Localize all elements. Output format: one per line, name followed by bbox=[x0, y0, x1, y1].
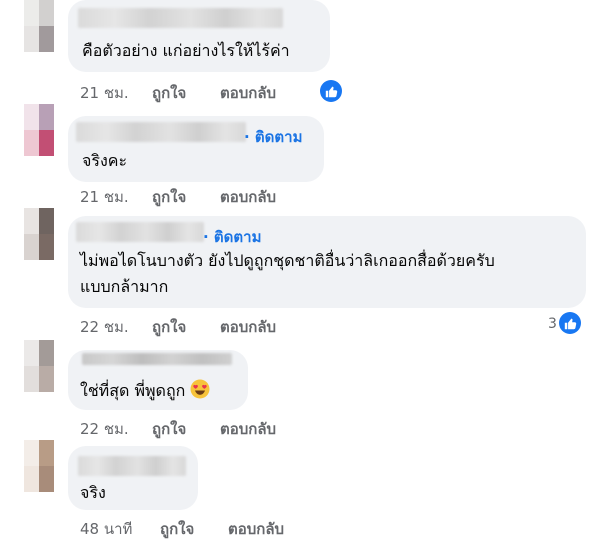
comment-text: ใช่ที่สุด พี่พูดถูก bbox=[80, 378, 210, 404]
author-name-blurred[interactable] bbox=[82, 353, 232, 365]
avatar[interactable] bbox=[24, 340, 54, 392]
avatar[interactable] bbox=[24, 0, 54, 52]
comment-text-line-2: แบบกล้ามาก bbox=[80, 277, 169, 296]
comment-bubble: จริง bbox=[68, 446, 198, 510]
comment-meta: 22 ชม. ถูกใจ ตอบกลับ bbox=[80, 315, 350, 336]
comment-meta: 48 นาที ถูกใจ ตอบกลับ bbox=[80, 517, 360, 538]
comment-bubble: คือตัวอย่าง แก่อย่างไรให้ไร้ค่า bbox=[68, 0, 330, 72]
comment-timestamp[interactable]: 48 นาที bbox=[80, 517, 132, 541]
follow-link[interactable]: · ติดตาม bbox=[244, 125, 302, 149]
comment-text-content: ใช่ที่สุด พี่พูดถูก bbox=[80, 381, 186, 400]
comment-bubble: ใช่ที่สุด พี่พูดถูก bbox=[68, 350, 248, 410]
comment-text: จริง bbox=[80, 483, 106, 502]
avatar[interactable] bbox=[24, 208, 54, 260]
author-name-blurred[interactable] bbox=[76, 122, 246, 142]
comment-text-line-1: ไม่พอไดโนบางตัว ยังไปดูถูกชุดชาติอื่นว่า… bbox=[80, 251, 495, 270]
comment-text: คือตัวอย่าง แก่อย่างไรให้ไร้ค่า bbox=[82, 41, 290, 60]
comment-timestamp[interactable]: 21 ชม. bbox=[80, 81, 129, 105]
like-action[interactable]: ถูกใจ bbox=[152, 315, 186, 339]
comment-text: จริงคะ bbox=[82, 151, 128, 170]
like-action[interactable]: ถูกใจ bbox=[152, 417, 186, 441]
reply-action[interactable]: ตอบกลับ bbox=[220, 185, 276, 209]
author-name-blurred[interactable] bbox=[78, 456, 186, 476]
reply-action[interactable]: ตอบกลับ bbox=[228, 517, 284, 541]
author-name-blurred[interactable] bbox=[78, 8, 283, 28]
like-action[interactable]: ถูกใจ bbox=[160, 517, 194, 541]
like-reaction-icon[interactable] bbox=[320, 80, 342, 102]
reply-action[interactable]: ตอบกลับ bbox=[220, 417, 276, 441]
heart-eyes-emoji-icon bbox=[190, 379, 210, 399]
comment-timestamp[interactable]: 21 ชม. bbox=[80, 185, 129, 209]
comment-timestamp[interactable]: 22 ชม. bbox=[80, 417, 129, 441]
like-reaction-icon[interactable] bbox=[559, 312, 581, 334]
reply-action[interactable]: ตอบกลับ bbox=[220, 315, 276, 339]
author-name-blurred[interactable] bbox=[76, 222, 204, 242]
comment-bubble: · ติดตาม ไม่พอไดโนบางตัว ยังไปดูถูกชุดชา… bbox=[68, 216, 586, 308]
comment-bubble: · ติดตาม จริงคะ bbox=[68, 116, 324, 182]
like-action[interactable]: ถูกใจ bbox=[152, 81, 186, 105]
follow-link[interactable]: · ติดตาม bbox=[203, 225, 261, 249]
comment-meta: 21 ชม. ถูกใจ ตอบกลับ bbox=[80, 185, 350, 206]
comment-meta: 21 ชม. ถูกใจ ตอบกลับ bbox=[80, 81, 350, 102]
like-action[interactable]: ถูกใจ bbox=[152, 185, 186, 209]
comment-timestamp[interactable]: 22 ชม. bbox=[80, 315, 129, 339]
avatar[interactable] bbox=[24, 104, 54, 156]
comment-meta: 22 ชม. ถูกใจ ตอบกลับ bbox=[80, 417, 350, 438]
reply-action[interactable]: ตอบกลับ bbox=[220, 81, 276, 105]
reaction-count[interactable]: 3 bbox=[548, 316, 557, 332]
avatar[interactable] bbox=[24, 440, 54, 492]
